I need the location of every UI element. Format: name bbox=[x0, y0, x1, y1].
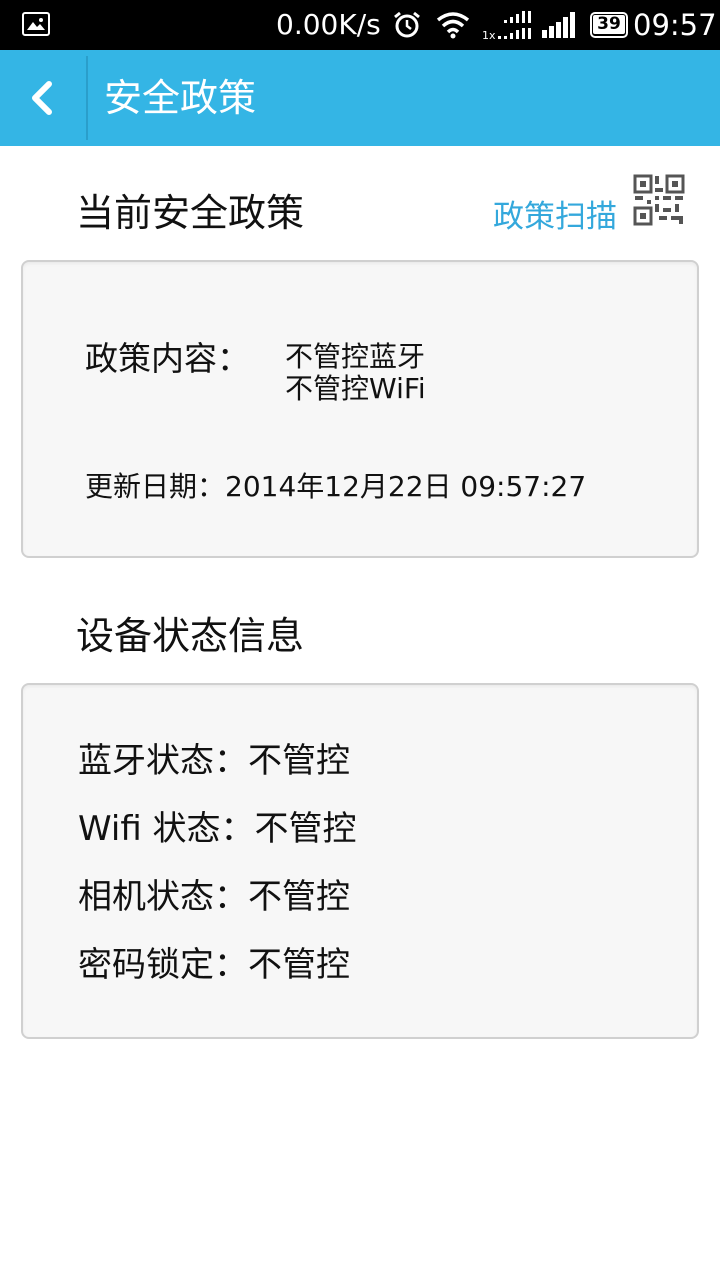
clock: 09:57 bbox=[633, 8, 717, 42]
device-section-title: 设备状态信息 bbox=[76, 614, 305, 658]
policy-section-title: 当前安全政策 bbox=[76, 191, 305, 235]
alarm-icon bbox=[392, 10, 422, 44]
network-activity-icon: 1x bbox=[482, 10, 534, 46]
policy-content-list: 不管控蓝牙 不管控WiFi bbox=[285, 341, 426, 405]
network-speed: 0.00K/s bbox=[276, 8, 381, 41]
policy-card: 政策内容： 不管控蓝牙 不管控WiFi 更新日期：2014年12月22日 09:… bbox=[21, 260, 699, 558]
camera-status: 相机状态：不管控 bbox=[78, 877, 350, 917]
chevron-left-icon bbox=[32, 81, 52, 115]
update-date: 更新日期：2014年12月22日 09:57:27 bbox=[85, 470, 587, 503]
policy-item-bluetooth: 不管控蓝牙 bbox=[285, 340, 426, 373]
app-bar-divider bbox=[86, 56, 88, 140]
policy-item-wifi: 不管控WiFi bbox=[285, 372, 426, 405]
qr-code-icon[interactable] bbox=[633, 174, 685, 230]
image-icon bbox=[22, 12, 50, 36]
wifi-icon bbox=[436, 11, 470, 43]
bluetooth-status: 蓝牙状态：不管控 bbox=[78, 741, 350, 781]
app-bar: 安全政策 bbox=[0, 50, 720, 146]
page-title: 安全政策 bbox=[104, 76, 257, 120]
policy-content-label: 政策内容： bbox=[85, 339, 250, 378]
battery-icon: 39 bbox=[590, 12, 628, 38]
battery-level: 39 bbox=[593, 15, 625, 34]
password-lock-status: 密码锁定：不管控 bbox=[78, 945, 350, 985]
network-type-label: 1x bbox=[482, 29, 496, 42]
signal-icon bbox=[542, 12, 578, 42]
device-status-card: 蓝牙状态：不管控 Wifi 状态：不管控 相机状态：不管控 密码锁定：不管控 bbox=[21, 683, 699, 1039]
back-button[interactable] bbox=[0, 50, 86, 146]
policy-scan-button[interactable]: 政策扫描 bbox=[493, 197, 617, 237]
wifi-status: Wifi 状态：不管控 bbox=[78, 809, 357, 849]
status-bar: 0.00K/s 1x 39 09:57 bbox=[0, 0, 720, 50]
